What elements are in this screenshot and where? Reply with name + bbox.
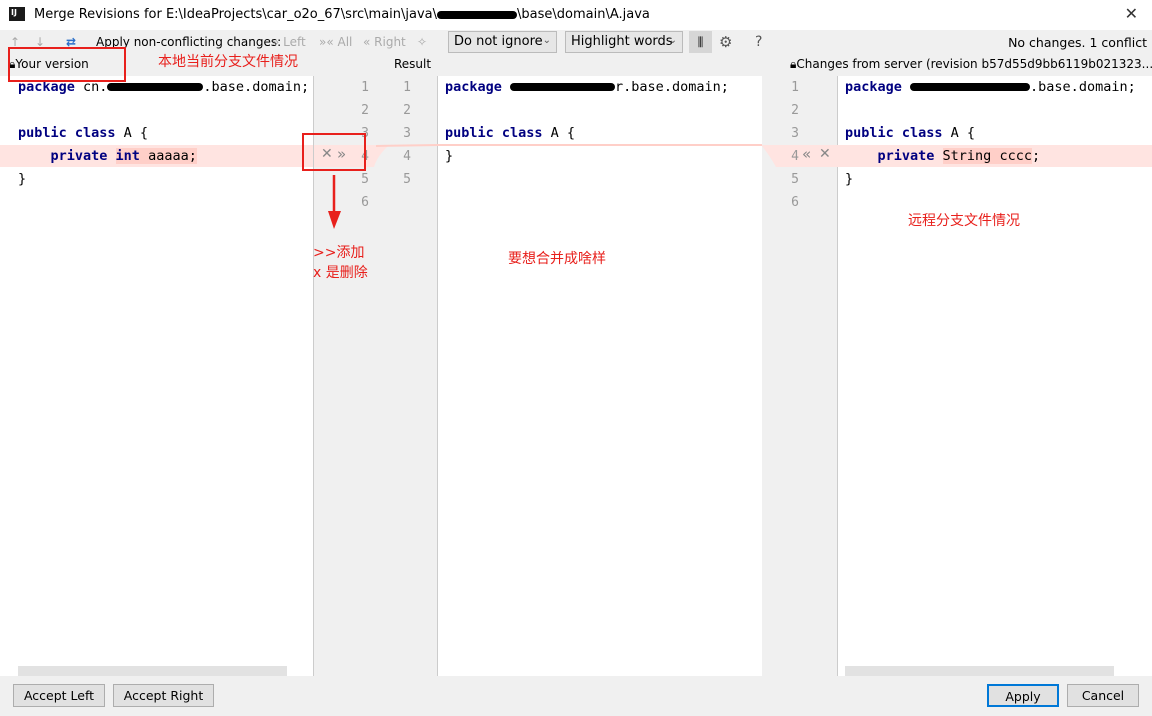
result-editor[interactable]: package r.base.domain; public class A { … [438, 76, 762, 676]
line-number: 2 [361, 103, 369, 118]
gear-icon[interactable]: ⚙ [719, 33, 732, 51]
annotation-result: 要想合并成啥样 [508, 251, 606, 267]
line-number: 1 [403, 80, 411, 95]
conflict-marker-line [438, 144, 762, 146]
ignore-whitespace-select[interactable]: Do not ignore ⌄ [448, 31, 557, 53]
intellij-icon: IJ [9, 7, 25, 23]
line-number: 3 [403, 126, 411, 141]
redacted [437, 10, 518, 19]
cancel-button[interactable]: Cancel [1067, 684, 1139, 707]
apply-right-button[interactable]: « Right [363, 35, 406, 49]
server-editor[interactable]: package .base.domain; public class A { p… [838, 76, 1152, 676]
line-number: 2 [403, 103, 411, 118]
apply-change-chevrons-icon[interactable]: « [802, 145, 811, 163]
accept-right-button[interactable]: Accept Right [113, 684, 214, 707]
redacted [510, 83, 616, 91]
horizontal-scrollbar[interactable] [845, 666, 1114, 676]
close-button[interactable]: ✕ [1125, 4, 1138, 23]
horizontal-scrollbar[interactable] [18, 666, 287, 676]
annotation-remote: 远程分支文件情况 [908, 213, 1020, 229]
line-number: 3 [791, 126, 799, 141]
apply-all-button[interactable]: »« All [319, 35, 352, 49]
line-number: 2 [791, 103, 799, 118]
right-gutter: 1 2 3 4 5 6 « ✕ [762, 76, 838, 676]
annotation-arrow [328, 175, 341, 229]
middle-header: Result [394, 57, 432, 71]
right-header: 🔒︎Changes from server (revision b57d55d9… [790, 57, 1152, 71]
window-title: Merge Revisions for E:\IdeaProjects\car_… [34, 7, 650, 22]
line-number: 1 [791, 80, 799, 95]
discard-change-x-icon[interactable]: ✕ [819, 146, 831, 162]
annotation-delete: x 是删除 [313, 265, 368, 281]
status-text: No changes. 1 conflict [1008, 35, 1147, 50]
sync-scroll-icon[interactable]: ⫼ [689, 31, 712, 53]
line-number: 5 [791, 172, 799, 187]
highlight-select[interactable]: Highlight words ⌄ [565, 31, 683, 53]
line-number: 6 [361, 195, 369, 210]
accept-left-button[interactable]: Accept Left [13, 684, 105, 707]
line-number: 1 [361, 80, 369, 95]
line-number: 5 [361, 172, 369, 187]
redacted [910, 83, 1031, 91]
line-number: 4 [791, 149, 799, 164]
title-bar: IJ Merge Revisions for E:\IdeaProjects\c… [0, 0, 1152, 30]
redacted [107, 83, 204, 91]
line-number: 4 [403, 149, 411, 164]
apply-left-button[interactable]: » Left [272, 35, 306, 49]
magic-wand-icon[interactable]: ✧ [417, 35, 427, 49]
line-number: 5 [403, 172, 411, 187]
help-icon[interactable]: ? [755, 34, 762, 50]
left-editor[interactable]: package cn. .base.domain; public class A … [0, 76, 313, 676]
annotation-local: 本地当前分支文件情况 [158, 54, 298, 70]
annotation-box-actions [302, 133, 366, 171]
line-number: 6 [791, 195, 799, 210]
apply-button[interactable]: Apply [987, 684, 1059, 707]
chevron-down-icon: ⌄ [542, 35, 551, 46]
chevron-down-icon: ⌄ [668, 35, 677, 46]
annotation-add: >>添加 [313, 245, 365, 261]
annotation-box-your-version [8, 47, 126, 82]
